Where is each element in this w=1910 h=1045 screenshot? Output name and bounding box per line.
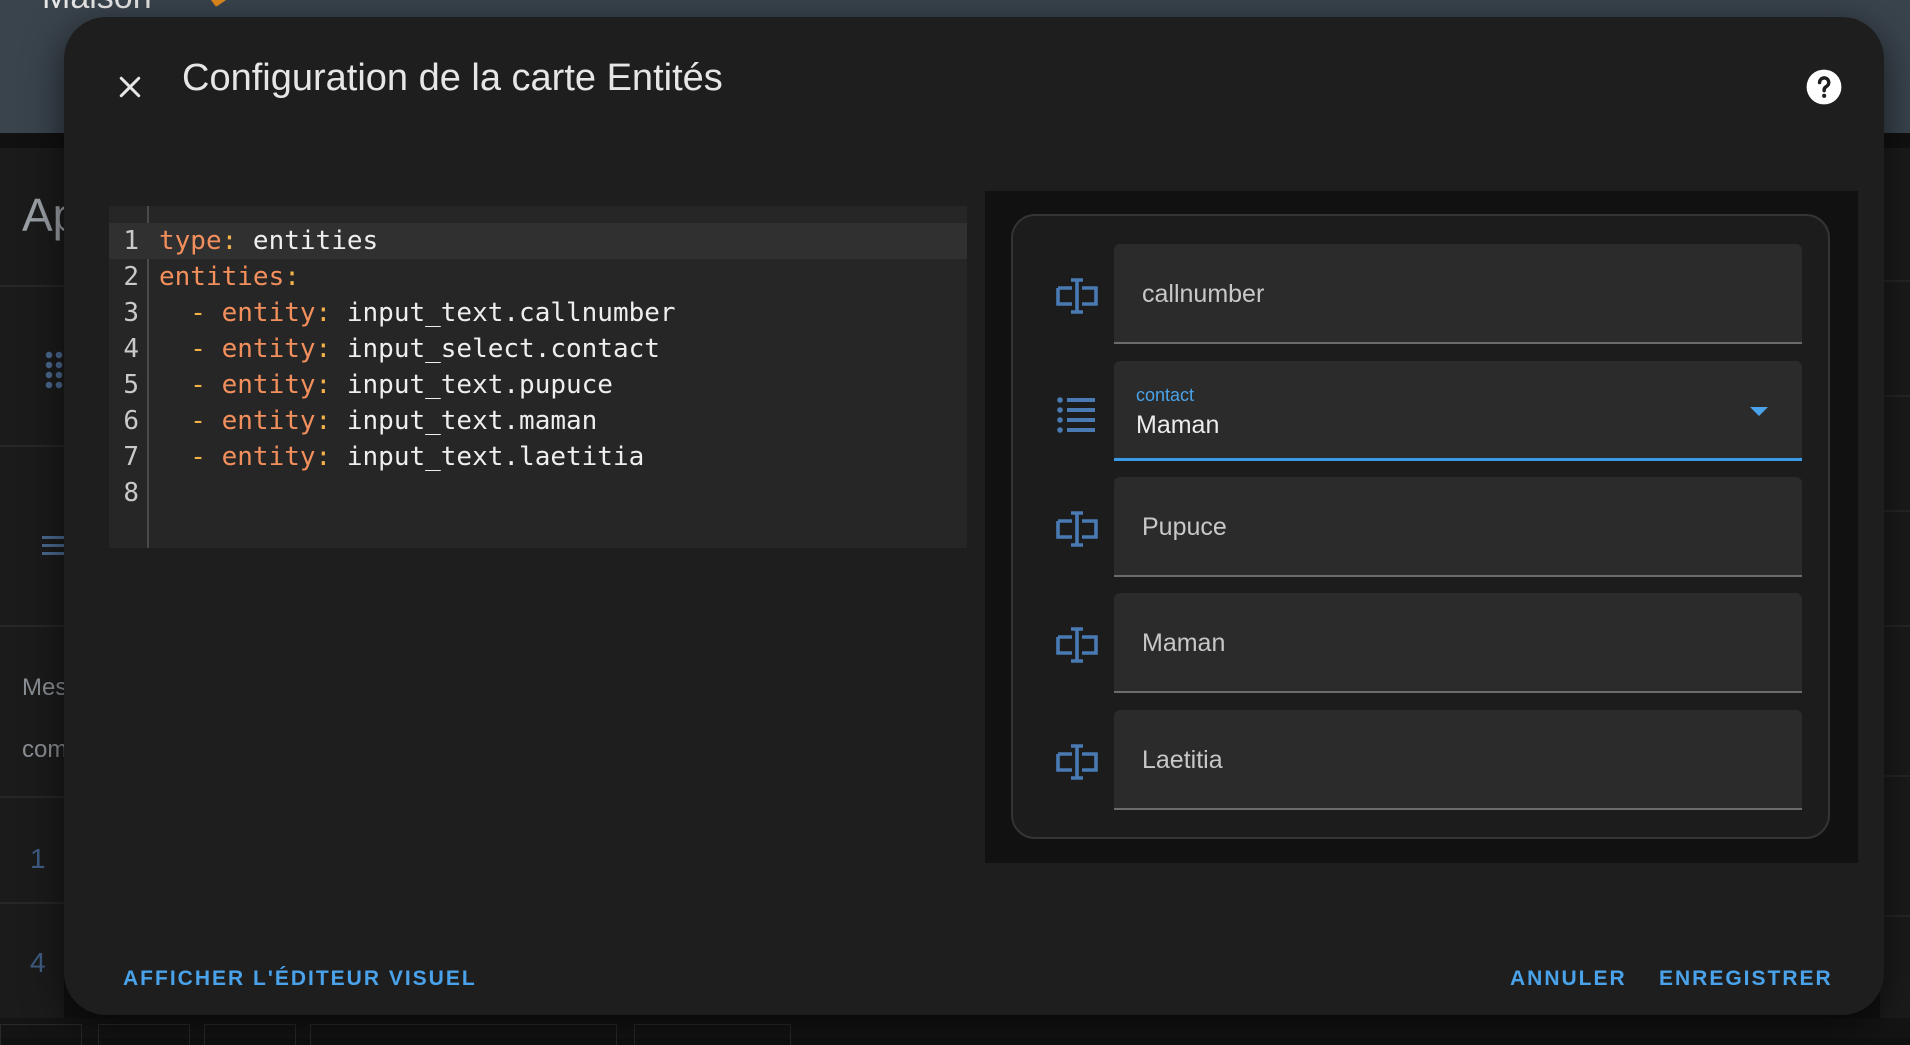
form-textbox-icon <box>1056 627 1098 663</box>
background-number: 4 <box>30 947 46 978</box>
maman-input[interactable]: Maman <box>1114 593 1802 693</box>
line-number: 8 <box>123 478 139 508</box>
card-config-dialog: Configuration de la carte Entités 1 type… <box>64 17 1884 1015</box>
laetitia-input[interactable]: Laetitia <box>1114 710 1802 810</box>
line-number: 2 <box>123 262 139 292</box>
yaml-key: entities <box>159 262 285 292</box>
background-text: com <box>22 736 68 763</box>
divider <box>0 285 64 287</box>
entity-row: Pupuce <box>1013 477 1832 581</box>
yaml-key: entity <box>221 442 316 472</box>
divider <box>1880 395 1910 397</box>
line-number: 5 <box>123 370 139 400</box>
line-number: 1 <box>123 226 139 256</box>
background-footer <box>0 1018 1910 1045</box>
form-textbox-icon <box>1056 511 1098 547</box>
divider <box>0 902 64 904</box>
code-line[interactable]: 6 - entity: input_text.maman <box>109 403 967 439</box>
background-panel <box>0 148 64 1038</box>
entity-row: Laetitia <box>1013 710 1832 814</box>
background-text: Mes <box>22 674 68 701</box>
cancel-button[interactable]: ANNULER <box>1510 967 1627 991</box>
form-textbox-icon <box>1056 744 1098 780</box>
yaml-key: entity <box>221 370 316 400</box>
entities-card: callnumber contact Maman Pupuce Maman La… <box>1011 214 1830 839</box>
yaml-code-editor[interactable]: 1 type: entities 2 entities: 3 - entity:… <box>109 206 967 548</box>
card-preview: callnumber contact Maman Pupuce Maman La… <box>985 191 1858 863</box>
chevron-down-icon[interactable] <box>1750 407 1768 416</box>
list-icon <box>42 536 66 556</box>
yaml-value: input_text.callnumber <box>331 298 676 328</box>
line-number: 6 <box>123 406 139 436</box>
entity-row: Maman <box>1013 593 1832 697</box>
yaml-value: input_select.contact <box>331 334 660 364</box>
code-line[interactable]: 2 entities: <box>109 259 967 295</box>
divider <box>1880 625 1910 627</box>
yaml-key: type <box>159 226 222 256</box>
divider <box>0 796 64 798</box>
line-number: 7 <box>123 442 139 472</box>
divider <box>1880 510 1910 512</box>
yaml-value: input_text.laetitia <box>331 442 645 472</box>
line-number: 3 <box>123 298 139 328</box>
line-number: 4 <box>123 334 139 364</box>
code-line[interactable]: 5 - entity: input_text.pupuce <box>109 367 967 403</box>
yaml-key: entity <box>221 298 316 328</box>
form-textbox-icon <box>1056 278 1098 314</box>
yaml-value: input_text.pupuce <box>331 370 613 400</box>
divider <box>0 445 64 447</box>
pupuce-input[interactable]: Pupuce <box>1114 477 1802 577</box>
drag-handle-icon <box>44 350 64 390</box>
background-number: 1 <box>30 843 46 874</box>
code-line[interactable]: 1 type: entities <box>109 223 967 259</box>
entity-row: contact Maman <box>1013 361 1832 465</box>
close-button[interactable] <box>104 61 156 113</box>
entity-row: callnumber <box>1013 244 1832 348</box>
help-button[interactable] <box>1798 61 1850 113</box>
input-value: Pupuce <box>1142 513 1227 541</box>
code-line[interactable]: 8 <box>109 475 967 511</box>
code-line[interactable]: 7 - entity: input_text.laetitia <box>109 439 967 475</box>
divider <box>0 625 64 627</box>
input-value: Maman <box>1142 629 1226 657</box>
select-value: Maman <box>1136 411 1220 439</box>
close-icon <box>119 76 141 98</box>
yaml-key: entity <box>221 406 316 436</box>
dialog-title: Configuration de la carte Entités <box>182 57 723 99</box>
yaml-key: entity <box>221 334 316 364</box>
divider <box>1880 915 1910 917</box>
contact-select[interactable]: contact Maman <box>1114 361 1802 461</box>
callnumber-input[interactable]: callnumber <box>1114 244 1802 344</box>
yaml-value: entities <box>237 226 379 256</box>
app-title: Maison <box>42 0 152 17</box>
pencil-icon <box>207 0 235 8</box>
divider <box>1880 775 1910 777</box>
format-list-bulleted-icon <box>1057 397 1095 433</box>
select-label: contact <box>1136 385 1195 405</box>
code-line[interactable]: 4 - entity: input_select.contact <box>109 331 967 367</box>
code-line[interactable]: 3 - entity: input_text.callnumber <box>109 295 967 331</box>
input-value: callnumber <box>1142 280 1265 308</box>
show-visual-editor-button[interactable]: AFFICHER L'ÉDITEUR VISUEL <box>123 967 477 991</box>
save-button[interactable]: ENREGISTRER <box>1659 967 1833 991</box>
yaml-value: input_text.maman <box>331 406 598 436</box>
help-circle-icon <box>1806 69 1842 105</box>
input-value: Laetitia <box>1142 746 1223 774</box>
divider <box>1880 280 1910 282</box>
